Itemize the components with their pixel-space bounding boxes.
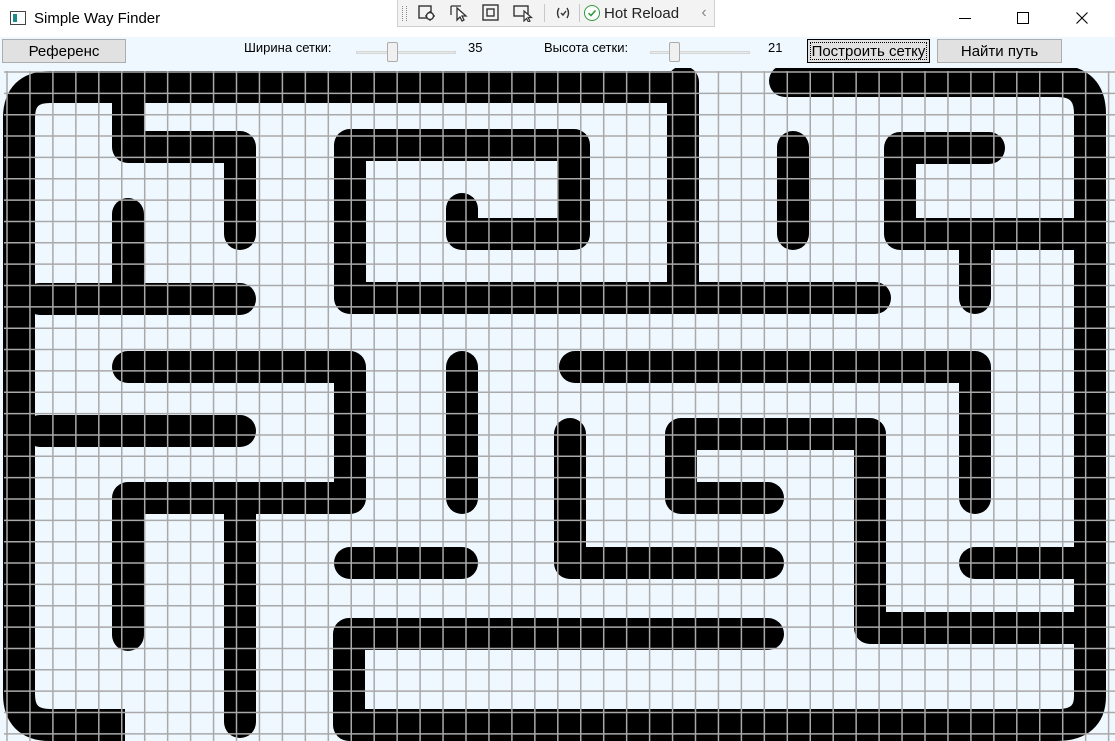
- hot-reload-label: Hot Reload: [604, 4, 680, 22]
- slider-thumb[interactable]: [668, 42, 680, 62]
- hot-reload-status[interactable]: Hot Reload: [584, 2, 679, 24]
- toolbar-separator: [579, 4, 580, 22]
- collapse-toolbar-icon[interactable]: ‹: [696, 2, 712, 24]
- toolbar-separator: [544, 4, 545, 22]
- find-path-button[interactable]: Найти путь: [937, 39, 1062, 63]
- xaml-debug-toolbar: Hot Reload ‹: [397, 0, 715, 27]
- minimize-button[interactable]: [936, 0, 994, 36]
- binding-failures-icon[interactable]: [550, 2, 576, 24]
- select-element-icon[interactable]: [414, 2, 440, 24]
- close-button[interactable]: [1053, 0, 1111, 36]
- maze-wall: [665, 418, 1091, 644]
- display-layout-adorners-icon[interactable]: [478, 2, 504, 24]
- toolbar-grip-icon[interactable]: [402, 6, 407, 21]
- grid-height-label: Высота сетки:: [544, 40, 629, 55]
- maximize-button[interactable]: [994, 0, 1052, 36]
- select-pointer-icon[interactable]: [446, 2, 472, 24]
- check-circle-icon: [584, 5, 600, 21]
- close-icon: [1076, 12, 1088, 24]
- window-app-icon: [10, 11, 26, 25]
- build-grid-button[interactable]: Построить сетку: [807, 39, 930, 63]
- maximize-icon: [1017, 12, 1029, 24]
- focus-ring: [810, 42, 927, 60]
- grid-width-label: Ширина сетки:: [244, 40, 332, 55]
- controls-bar: Референс Ширина сетки: 35 Высота сетки: …: [0, 37, 1115, 68]
- maze-grid[interactable]: [0, 68, 1115, 741]
- slider-thumb[interactable]: [387, 42, 399, 62]
- slider-track: [650, 51, 750, 54]
- slider-track: [356, 51, 456, 54]
- window-title: Simple Way Finder: [34, 10, 161, 27]
- grid-height-value: 21: [768, 40, 783, 55]
- grid-width-slider[interactable]: [356, 42, 456, 62]
- grid-width-value: 35: [468, 40, 483, 55]
- maze-grid-canvas[interactable]: [0, 68, 1115, 741]
- grid-height-slider[interactable]: [650, 42, 750, 62]
- minimize-icon: [959, 18, 971, 19]
- track-focused-element-icon[interactable]: [510, 2, 536, 24]
- reference-button[interactable]: Референс: [2, 39, 126, 63]
- title-bar: Simple Way Finder Hot Reload ‹: [0, 0, 1115, 37]
